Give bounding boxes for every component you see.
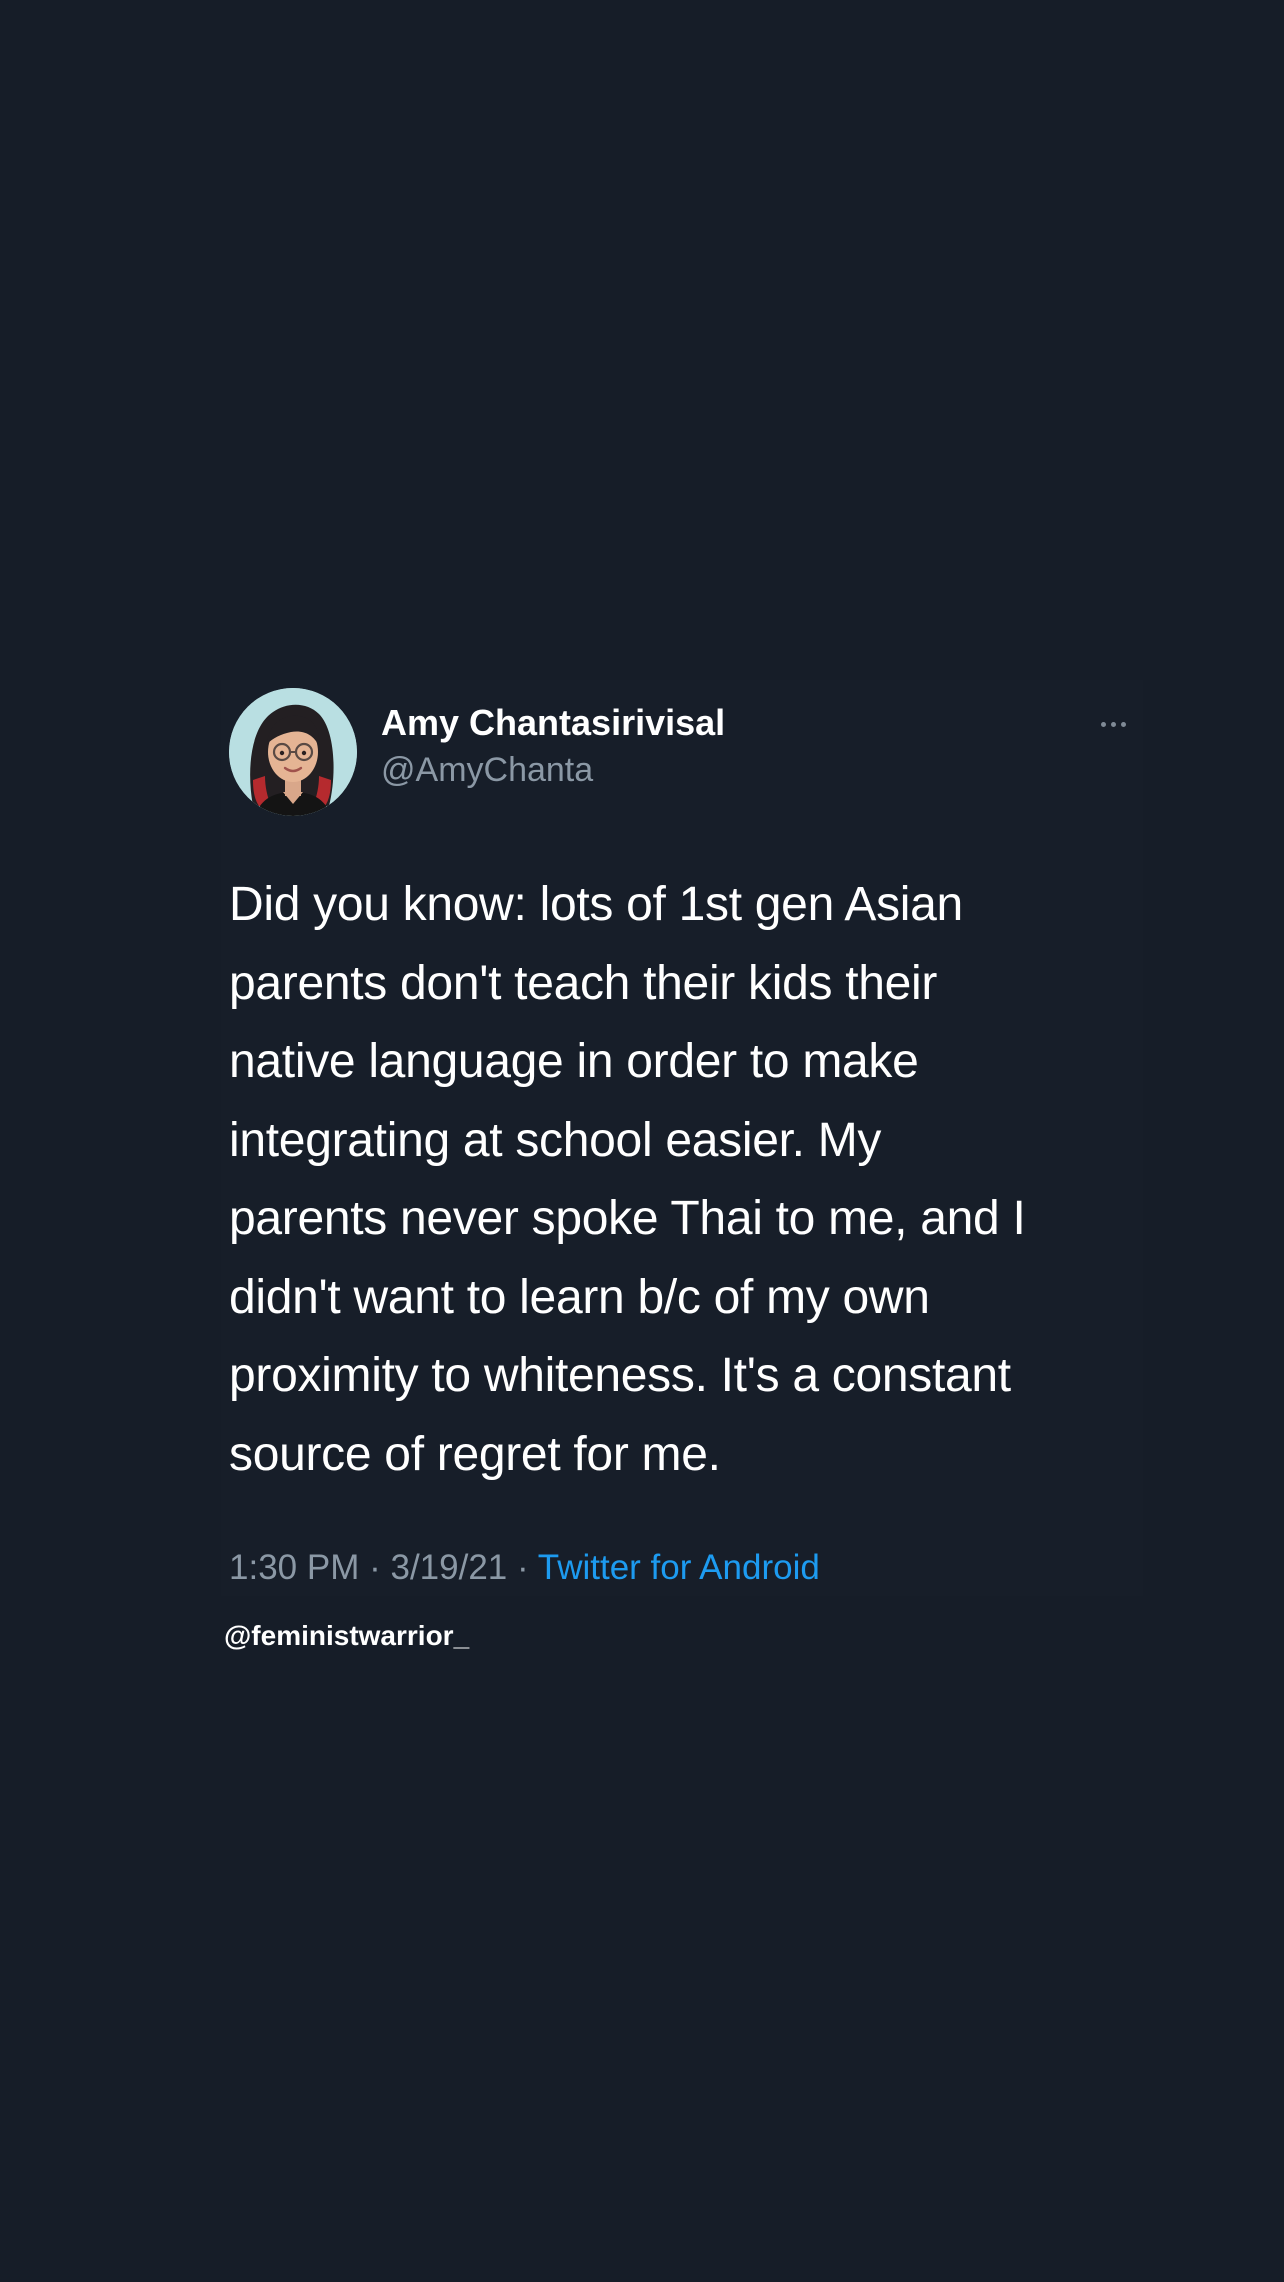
tweet-metadata: 1:30 PM · 3/19/21 · Twitter for Android <box>229 1544 820 1592</box>
tweet-card[interactable]: Amy Chantasirivisal @AmyChanta Did you k… <box>221 680 1143 1596</box>
profile-avatar[interactable] <box>229 688 357 816</box>
meta-separator: · <box>517 1548 529 1587</box>
cartoon-woman-avatar-icon <box>229 688 357 816</box>
tweet-time[interactable]: 1:30 PM <box>229 1548 359 1587</box>
meta-separator: · <box>369 1548 381 1587</box>
author-handle[interactable]: @AmyChanta <box>381 746 1021 794</box>
tweet-source-link[interactable]: Twitter for Android <box>538 1548 820 1587</box>
author-display-name[interactable]: Amy Chantasirivisal <box>381 700 1021 746</box>
tweet-date[interactable]: 3/19/21 <box>390 1548 507 1587</box>
more-options-button[interactable] <box>1083 706 1143 742</box>
screenshot-canvas: Amy Chantasirivisal @AmyChanta Did you k… <box>0 0 1284 2282</box>
more-options-icon <box>1100 721 1126 727</box>
tweet-author[interactable]: Amy Chantasirivisal @AmyChanta <box>381 700 1021 794</box>
tweet-body-text: Did you know: lots of 1st gen Asian pare… <box>229 878 1026 1481</box>
watermark-handle: @feministwarrior_ <box>224 1620 470 1651</box>
